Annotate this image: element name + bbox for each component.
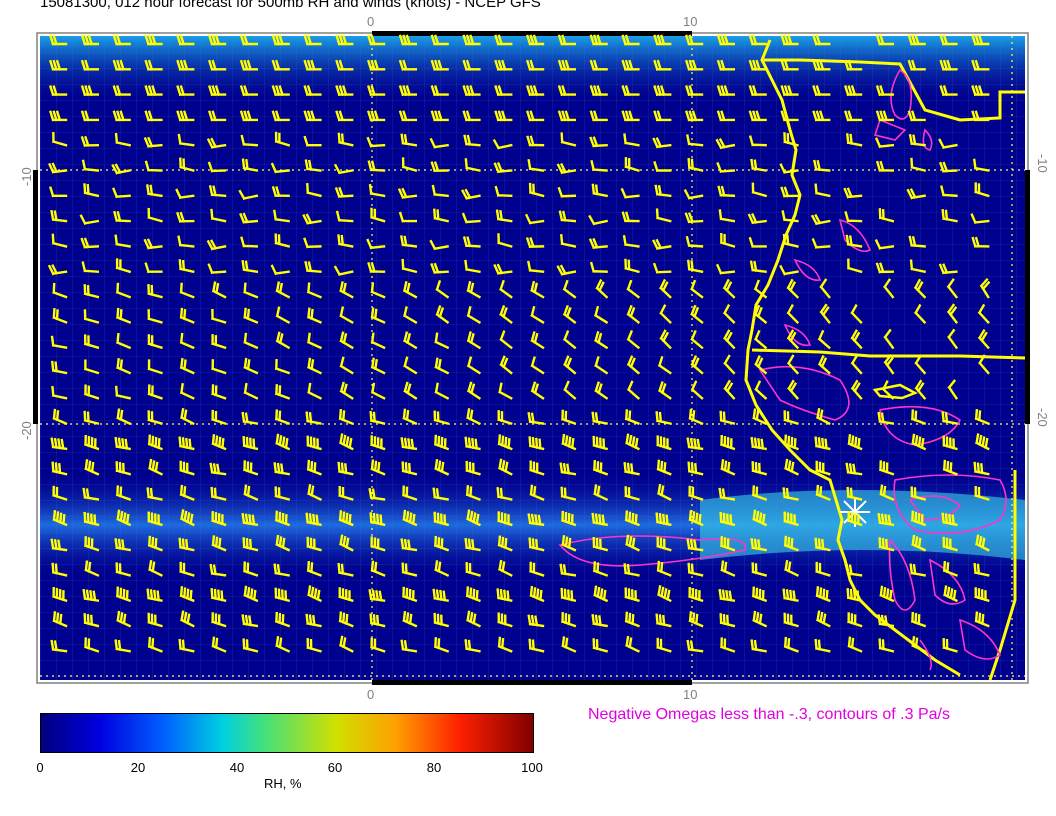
bottom-axis-bar xyxy=(372,680,692,685)
weather-map xyxy=(33,31,1030,685)
bottom-tick-10: 10 xyxy=(683,687,698,702)
colorbar-tick: 0 xyxy=(36,760,44,775)
colorbar-tick: 80 xyxy=(426,760,442,775)
bottom-tick-0: 0 xyxy=(367,687,375,702)
right-axis-bar xyxy=(1025,170,1030,424)
colorbar-tick: 40 xyxy=(229,760,245,775)
colorbar-tick: 60 xyxy=(327,760,343,775)
colorbar-tick: 20 xyxy=(130,760,146,775)
top-tick-0: 0 xyxy=(367,14,375,29)
left-tick-minus10: -10 xyxy=(19,167,34,186)
left-axis-bar xyxy=(33,170,38,424)
left-tick-minus20: -20 xyxy=(19,421,34,440)
top-axis-bar xyxy=(372,31,692,36)
right-tick-minus20: -20 xyxy=(1035,408,1050,427)
top-tick-10: 10 xyxy=(683,14,698,29)
colorbar-tick: 100 xyxy=(521,760,543,775)
omega-legend-note: Negative Omegas less than -.3, contours … xyxy=(588,706,950,723)
colorbar-label: RH, % xyxy=(264,776,302,791)
grid-lines xyxy=(40,36,1025,680)
right-tick-minus10: -10 xyxy=(1035,154,1050,173)
rh-colorbar xyxy=(40,713,534,753)
